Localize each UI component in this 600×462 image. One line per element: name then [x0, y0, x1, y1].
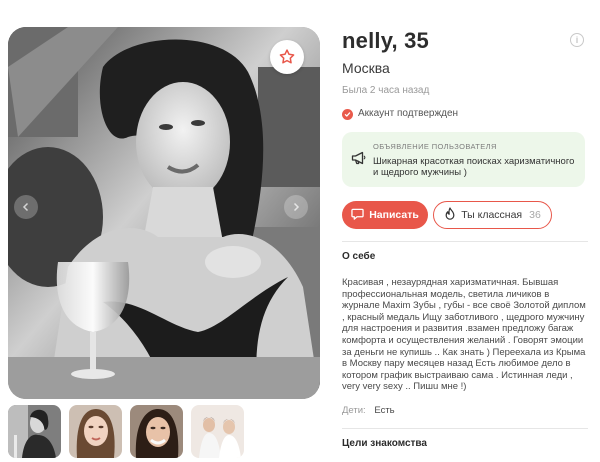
profile-page: i nelly, 35 Москва Была 2 часа назад Акк… — [0, 0, 600, 462]
section-divider — [342, 427, 588, 429]
last-seen-status: Была 2 часа назад — [342, 85, 430, 96]
write-message-button[interactable]: Написать — [342, 201, 428, 229]
photo-thumbnail-1[interactable] — [8, 405, 61, 458]
flame-icon — [444, 206, 456, 224]
kids-label: Дети: — [342, 404, 366, 416]
about-text: Красивая , незаурядная харизматичная. Бы… — [342, 277, 586, 393]
user-ad-box: ОБЪЯВЛЕНИЕ ПОЛЬЗОВАТЕЛЯ Шикарная красотк… — [342, 132, 585, 187]
thumbnail-image — [130, 405, 183, 458]
compliment-button-label: Ты классная — [461, 209, 523, 221]
photo-prev-button[interactable] — [14, 195, 38, 219]
write-button-label: Написать — [369, 209, 419, 221]
chevron-left-icon — [22, 202, 29, 212]
photo-thumbnail-2[interactable] — [69, 405, 122, 458]
profile-name-age: nelly, 35 — [342, 28, 429, 53]
ad-text: Шикарная красоткая поисках харизматичног… — [373, 156, 575, 178]
photo-thumbnails — [8, 405, 248, 459]
megaphone-icon — [351, 151, 367, 170]
thumbnail-image — [8, 405, 61, 458]
compliment-count: 36 — [529, 209, 541, 221]
main-profile-photo[interactable] — [8, 27, 320, 399]
profile-actions: Написать Ты классная 36 — [342, 201, 588, 229]
compliment-button[interactable]: Ты классная 36 — [433, 201, 552, 229]
ad-title: ОБЪЯВЛЕНИЕ ПОЛЬЗОВАТЕЛЯ — [373, 142, 497, 151]
photo-next-button[interactable] — [284, 195, 308, 219]
profile-city: Москва — [342, 60, 390, 76]
check-circle-icon — [342, 108, 353, 120]
chat-icon — [351, 208, 364, 223]
photo-illustration — [8, 27, 320, 399]
photo-thumbnail-4[interactable] — [191, 405, 244, 458]
verified-label: Аккаунт подтвержден — [358, 108, 459, 119]
star-icon — [279, 49, 295, 64]
section-divider — [342, 241, 588, 242]
photo-thumbnail-3[interactable] — [130, 405, 183, 458]
kids-detail: Дети: Есть — [342, 405, 588, 417]
goals-section-title: Цели знакомства — [342, 437, 427, 449]
thumbnail-image — [69, 405, 122, 458]
thumbnail-image — [191, 405, 244, 458]
chevron-right-icon — [293, 202, 300, 212]
profile-info: nelly, 35 Москва Была 2 часа назад Аккау… — [342, 28, 588, 450]
kids-value: Есть — [374, 404, 395, 416]
verified-badge: Аккаунт подтвержден — [342, 108, 588, 120]
about-section-title: О себе — [342, 251, 376, 262]
favorite-button[interactable] — [270, 40, 304, 74]
